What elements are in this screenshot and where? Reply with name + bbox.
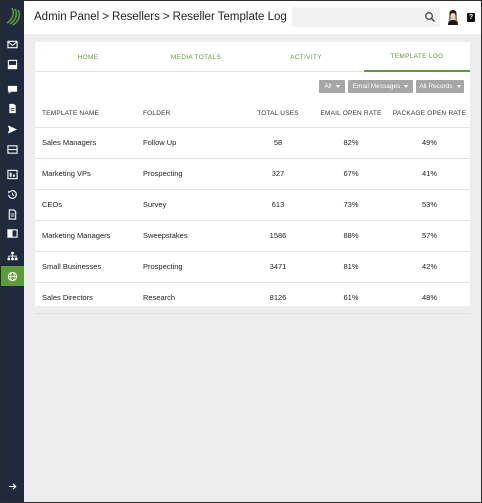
template-name-cell: Small Businesses [35, 251, 143, 283]
template-name-cell: Sales Managers [35, 127, 143, 159]
filter-message-type-label: Email Messages [352, 83, 401, 90]
email-open-rate-cell: 81% [313, 251, 389, 283]
file-icon[interactable] [1, 204, 24, 224]
folder-cell: Research [143, 282, 243, 314]
filter-records-label: All Records [419, 83, 453, 90]
folder-cell: Prospecting [143, 251, 243, 283]
globe-icon[interactable] [1, 266, 24, 286]
folder-cell: Follow Up [143, 127, 243, 159]
column-header-folder[interactable]: FOLDER [143, 101, 243, 128]
search-icon[interactable] [424, 11, 436, 23]
folder-cell: Survey [143, 189, 243, 221]
table-row[interactable]: Small Businesses Prospecting 3471 81% 42… [35, 251, 470, 283]
template-name-cell: Marketing Managers [35, 220, 143, 252]
total-uses-cell: 613 [243, 189, 313, 221]
breadcrumb-current-page: Reseller Template Log [172, 11, 287, 23]
chat-icon[interactable] [1, 79, 24, 99]
filter-message-type-dropdown[interactable]: Email Messages [348, 80, 413, 93]
chevron-down-icon [335, 85, 340, 88]
table-row[interactable]: Sales Directors Research 8126 61% 48% [35, 282, 470, 314]
table-row[interactable]: Marketing VPs Prospecting 327 67% 41% [35, 158, 470, 190]
help-button[interactable]: ? [467, 13, 475, 22]
tab-media-totals[interactable]: MEDIA TOTALS [141, 42, 251, 72]
email-open-rate-cell: 88% [313, 220, 389, 252]
table-row[interactable]: Marketing Managers Sweepstakes 1586 88% … [35, 220, 470, 252]
main-content: HOME MEDIA TOTALS ACTIVITY TEMPLATE LOG … [24, 34, 481, 502]
arrow-right-icon[interactable] [1, 476, 24, 496]
avatar[interactable] [446, 9, 460, 25]
package-open-rate-cell: 41% [389, 158, 470, 190]
app-frame: Admin Panel > Resellers > Reseller Templ… [0, 0, 482, 503]
book-icon[interactable] [1, 223, 24, 243]
column-header-package-open-rate[interactable]: PACKAGE OPEN RATE [389, 101, 470, 128]
package-open-rate-cell: 53% [389, 189, 470, 221]
total-uses-cell: 3471 [243, 251, 313, 283]
total-uses-cell: 58 [243, 127, 313, 159]
email-open-rate-cell: 82% [313, 127, 389, 159]
package-open-rate-cell: 57% [389, 220, 470, 252]
package-open-rate-cell: 48% [389, 282, 470, 314]
total-uses-cell: 1586 [243, 220, 313, 252]
search-input[interactable] [296, 9, 416, 25]
table-row[interactable]: CEOs Survey 613 73% 53% [35, 189, 470, 221]
folder-cell: Prospecting [143, 158, 243, 190]
template-name-cell: Marketing VPs [35, 158, 143, 190]
document-icon[interactable] [1, 98, 24, 118]
template-name-cell: CEOs [35, 189, 143, 221]
tab-activity[interactable]: ACTIVITY [251, 42, 361, 72]
breadcrumb-separator: > [162, 11, 170, 23]
email-open-rate-cell: 61% [313, 282, 389, 314]
filter-all-label: All [324, 83, 332, 90]
column-header-template-name[interactable]: TEMPLATE NAME [35, 101, 143, 128]
total-uses-cell: 327 [243, 158, 313, 190]
template-log-panel: HOME MEDIA TOTALS ACTIVITY TEMPLATE LOG … [35, 42, 470, 314]
header: Admin Panel > Resellers > Reseller Templ… [24, 1, 481, 34]
list-icon[interactable] [1, 139, 24, 159]
breadcrumb-separator: > [102, 11, 109, 23]
sidebar [1, 1, 24, 502]
filter-records-dropdown[interactable]: All Records [416, 80, 464, 93]
template-name-cell: Sales Directors [35, 282, 143, 314]
total-uses-cell: 8126 [243, 282, 313, 314]
breadcrumb: Admin Panel > Resellers > Reseller Templ… [34, 11, 287, 23]
search-box [292, 7, 440, 27]
send-icon[interactable] [1, 119, 24, 139]
table-row[interactable]: Sales Managers Follow Up 58 82% 49% [35, 127, 470, 159]
filter-all-dropdown[interactable]: All [319, 80, 345, 93]
breadcrumb-admin-panel[interactable]: Admin Panel [34, 11, 99, 23]
chevron-down-icon [404, 85, 409, 88]
logo-icon [6, 7, 21, 26]
window-icon[interactable] [1, 164, 24, 184]
email-open-rate-cell: 73% [313, 189, 389, 221]
column-header-total-uses[interactable]: TOTAL USES [243, 101, 313, 128]
inbox-icon[interactable] [1, 54, 24, 74]
breadcrumb-resellers[interactable]: Resellers [112, 11, 160, 23]
network-icon[interactable] [1, 246, 24, 266]
column-header-email-open-rate[interactable]: EMAIL OPEN RATE [313, 101, 389, 128]
package-open-rate-cell: 49% [389, 127, 470, 159]
template-log-table: TEMPLATE NAME FOLDER TOTAL USES EMAIL OP… [35, 101, 470, 314]
chevron-down-icon [456, 85, 461, 88]
table-header-row: TEMPLATE NAME FOLDER TOTAL USES EMAIL OP… [35, 101, 470, 128]
mail-icon[interactable] [1, 34, 24, 54]
tab-home[interactable]: HOME [35, 42, 141, 72]
history-icon[interactable] [1, 184, 24, 204]
tab-template-log[interactable]: TEMPLATE LOG [364, 42, 470, 72]
email-open-rate-cell: 67% [313, 158, 389, 190]
folder-cell: Sweepstakes [143, 220, 243, 252]
tab-bar: HOME MEDIA TOTALS ACTIVITY TEMPLATE LOG [35, 42, 470, 72]
package-open-rate-cell: 42% [389, 251, 470, 283]
